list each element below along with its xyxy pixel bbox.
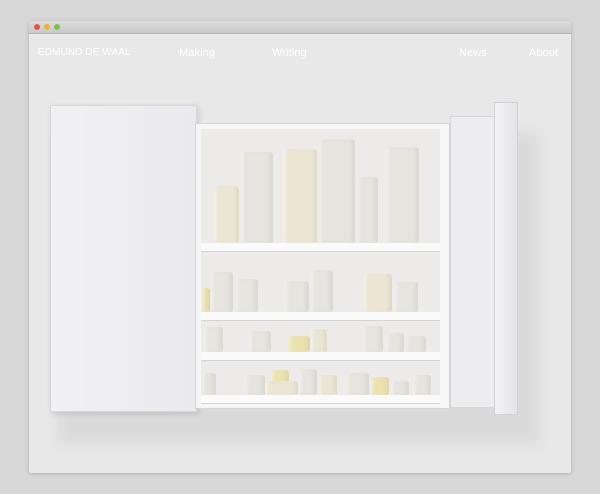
vessel	[249, 331, 271, 352]
cabinet-body	[195, 123, 450, 409]
cabinet-left-door	[50, 105, 197, 412]
vessel	[394, 282, 418, 312]
nav-news-link[interactable]: News	[459, 47, 487, 59]
shelf	[201, 395, 440, 404]
vessel	[202, 373, 216, 395]
vessel	[311, 329, 327, 352]
vessel	[346, 373, 369, 395]
vessel	[241, 152, 273, 243]
vessel	[405, 336, 426, 352]
vessel	[204, 327, 223, 352]
vessel	[386, 147, 419, 243]
vessel	[214, 186, 239, 243]
vessel	[386, 333, 404, 352]
vessel	[391, 381, 409, 395]
vessel	[201, 288, 210, 312]
vessel	[311, 270, 333, 312]
nav-making-link[interactable]: Making	[179, 47, 215, 59]
cabinet-right-door-edge	[494, 102, 518, 415]
vessel	[265, 381, 298, 395]
vessel	[319, 139, 355, 243]
shelf	[201, 312, 440, 321]
vessel	[364, 274, 392, 312]
browser-window: EDMUND DE WAAL Making Writing News About	[29, 21, 571, 473]
vessel	[285, 281, 309, 312]
site-logo[interactable]: EDMUND DE WAAL	[38, 47, 131, 58]
vessel	[236, 279, 258, 312]
cabinet-right-door	[450, 116, 497, 408]
page-content: EDMUND DE WAAL Making Writing News About	[29, 34, 571, 473]
vessel	[371, 377, 389, 395]
vessel	[299, 369, 317, 395]
close-window-icon[interactable]	[34, 24, 40, 30]
vessel	[211, 272, 233, 312]
title-bar	[29, 21, 571, 34]
minimize-window-icon[interactable]	[44, 24, 50, 30]
vessel	[413, 375, 431, 395]
vessel	[357, 177, 378, 243]
vessel	[363, 326, 383, 352]
vessel	[283, 149, 317, 243]
vessel	[288, 336, 310, 352]
cabinet-interior	[201, 129, 440, 404]
vessel	[319, 375, 337, 395]
zoom-window-icon[interactable]	[54, 24, 60, 30]
nav-writing-link[interactable]: Writing	[272, 47, 307, 59]
shelf	[201, 352, 440, 361]
vessel	[245, 375, 265, 395]
shelf	[201, 243, 440, 252]
nav-about-link[interactable]: About	[529, 47, 558, 59]
